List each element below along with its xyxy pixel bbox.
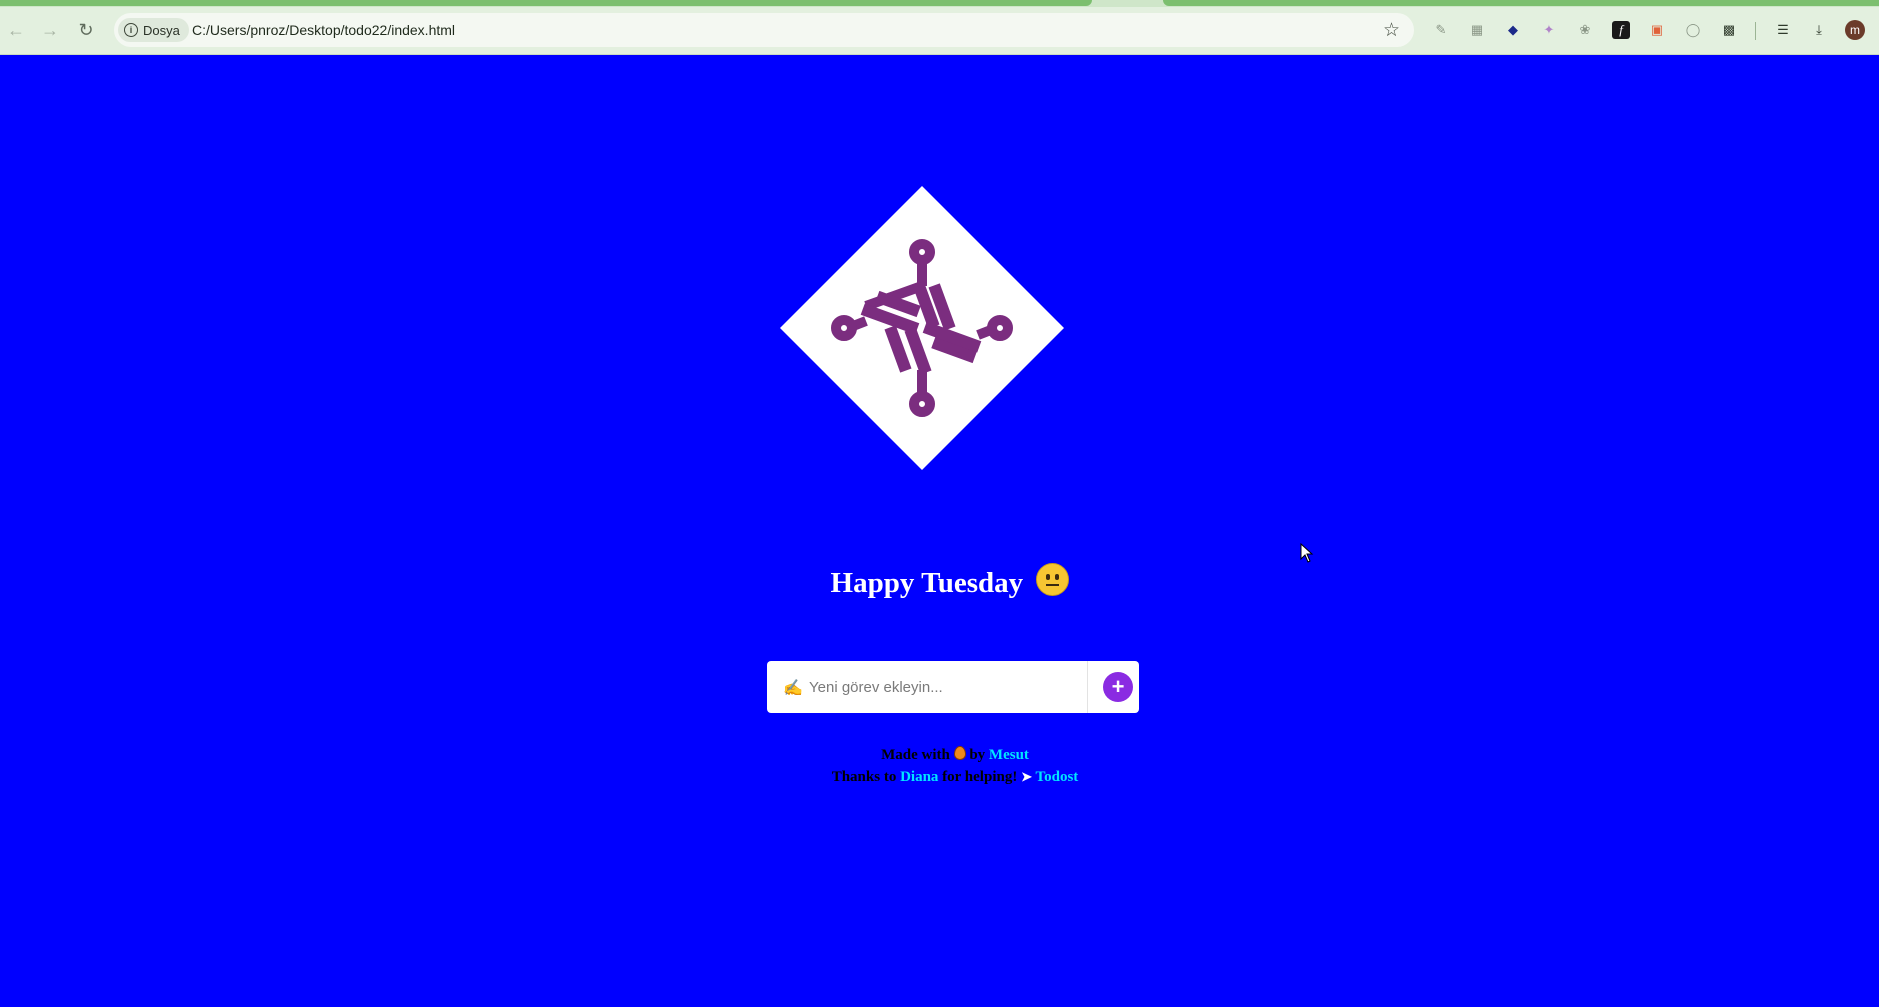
project-link[interactable]: Todost bbox=[1035, 769, 1078, 785]
helper-link[interactable]: Diana bbox=[900, 769, 938, 785]
back-icon[interactable]: ← bbox=[4, 18, 28, 42]
site-info-chip[interactable]: i Dosya bbox=[118, 18, 189, 42]
extension-grid-icon[interactable]: ▦ bbox=[1468, 21, 1486, 39]
media-queue-icon[interactable]: ☰ bbox=[1774, 21, 1792, 39]
forward-icon[interactable]: → bbox=[38, 18, 62, 42]
profile-avatar[interactable]: m bbox=[1845, 20, 1865, 40]
extension-note-icon[interactable]: ▣ bbox=[1648, 21, 1666, 39]
browser-tab[interactable] bbox=[0, 0, 1092, 6]
address-bar[interactable]: i Dosya C:/Users/pnroz/Desktop/todo22/in… bbox=[114, 13, 1414, 47]
greeting-heading: Happy Tuesday bbox=[0, 563, 1879, 600]
site-chip-label: Dosya bbox=[143, 22, 180, 38]
by-text: by bbox=[969, 747, 986, 763]
extension-fx-icon[interactable]: f bbox=[1612, 21, 1630, 39]
extension-bug-icon[interactable]: ❀ bbox=[1576, 21, 1594, 39]
made-with-text: Made with bbox=[881, 747, 950, 763]
credits-footer: Made with by Mesut Thanks to Diana for h… bbox=[0, 745, 1879, 788]
writing-hand-icon: ✍ bbox=[783, 680, 803, 697]
reload-icon[interactable]: ↻ bbox=[74, 18, 98, 42]
extension-sparkle-icon[interactable]: ✦ bbox=[1540, 21, 1558, 39]
extension-globe-icon[interactable]: ◯ bbox=[1684, 21, 1702, 39]
input-divider bbox=[1087, 661, 1088, 713]
greeting-text: Happy Tuesday bbox=[830, 567, 1024, 599]
credits-line-2: Thanks to Diana for helping! ➤ Todost bbox=[0, 766, 1879, 788]
todo-logo bbox=[780, 186, 1064, 470]
info-icon: i bbox=[124, 23, 138, 37]
logo-icon bbox=[780, 186, 1064, 470]
fire-drop-icon bbox=[953, 746, 966, 760]
toolbar-separator bbox=[1755, 22, 1756, 40]
thanks-to-text: Thanks to bbox=[831, 769, 897, 785]
for-helping-text: for helping! bbox=[942, 769, 1018, 785]
neutral-face-icon bbox=[1036, 563, 1070, 596]
browser-tab[interactable] bbox=[1163, 0, 1879, 6]
todo-input[interactable] bbox=[805, 661, 1105, 713]
author-link[interactable]: Mesut bbox=[989, 747, 1029, 763]
add-todo-button[interactable]: + bbox=[1103, 672, 1133, 702]
url-text[interactable]: C:/Users/pnroz/Desktop/todo22/index.html bbox=[192, 22, 455, 38]
extension-layers-icon[interactable]: ◆ bbox=[1504, 21, 1522, 39]
tab-strip bbox=[0, 0, 1879, 7]
browser-toolbar: ← → ↻ i Dosya C:/Users/pnroz/Desktop/tod… bbox=[0, 7, 1879, 55]
extensions-puzzle-icon[interactable]: ▩ bbox=[1720, 21, 1738, 39]
download-icon[interactable]: ⤓ bbox=[1810, 21, 1828, 39]
bookmark-star-icon[interactable]: ☆ bbox=[1383, 19, 1400, 42]
todo-form: ✍ + bbox=[767, 661, 1139, 713]
rocket-icon: ➤ bbox=[1021, 769, 1032, 784]
extension-pen-icon[interactable]: ✎ bbox=[1432, 21, 1450, 39]
credits-line-1: Made with by Mesut bbox=[0, 745, 1879, 766]
